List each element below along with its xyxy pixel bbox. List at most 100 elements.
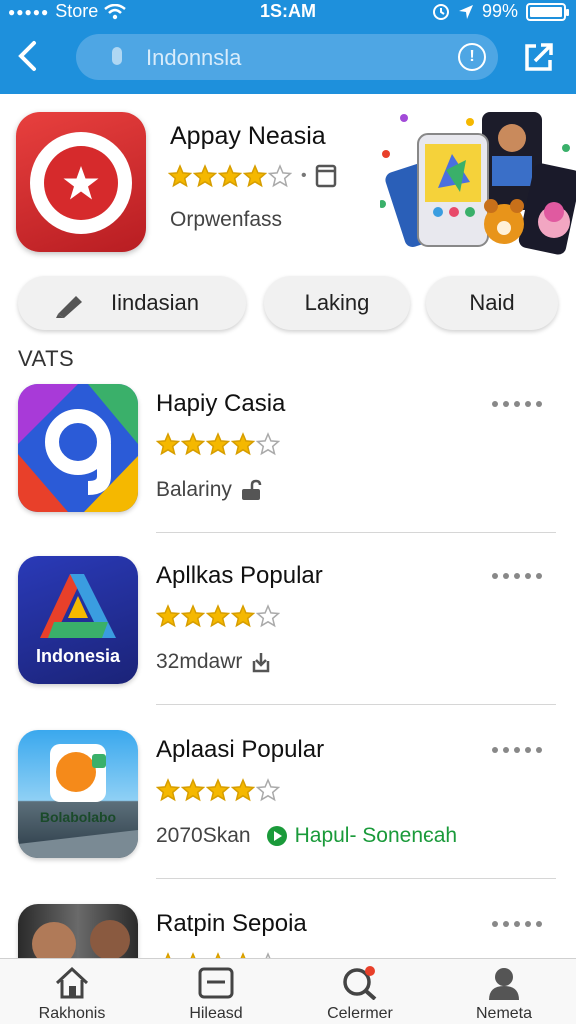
app-meta: 32mdawr [156,650,272,674]
app-meta-text: 32mdawr [156,650,243,673]
featured-promo-illustration [380,112,576,255]
app-icon[interactable]: Bolabolabo [18,730,138,858]
star-filled-icon [206,604,230,628]
more-options-button[interactable] [492,568,548,584]
sun-logo-icon: Bolabolabo [18,744,138,858]
star-filled-icon [206,432,230,456]
star-filled-icon [231,778,255,802]
tab-profile[interactable]: Nemeta [432,965,576,1024]
top-bar: ●●●●● Store 1S:AM 99% Indonnsla ! [0,0,576,94]
star-filled-icon [181,432,205,456]
home-icon [55,966,89,999]
chip-ranking[interactable]: Laking [264,276,410,330]
app-meta-text: Balarіny [156,478,232,501]
star-filled-icon [231,604,255,628]
play-icon [266,826,287,846]
featured-rating: • [168,164,337,188]
icon-ring [30,132,132,234]
tab-label: Hileasd [189,1005,243,1022]
status-right: 99% [432,1,569,22]
chip-label: Naid [469,290,515,315]
back-button[interactable] [12,38,44,74]
app-name[interactable]: Ratpin Sepoia [156,910,307,938]
more-options-button[interactable] [492,916,548,932]
star-filled-icon [206,778,230,802]
star-empty-icon [256,432,280,456]
star-empty-icon [268,164,292,188]
featured-app-icon[interactable] [16,112,146,252]
app-name[interactable]: Apllkas Popular [156,562,323,590]
bottom-tab-bar: Rakhonis Hileasd Celermer Nemeta [0,958,576,1024]
download-icon [253,653,270,673]
app-name[interactable]: Hapiy Casia [156,390,285,418]
divider [156,878,556,879]
divider [156,532,556,533]
status-badge[interactable]: Hapul- Sonenєah [266,824,458,848]
chip-label: Laking [304,290,370,315]
star-rating [168,164,293,188]
app-icon-text: Bolabolabo [40,809,116,825]
list-item[interactable]: Indonesia Apllkas Popular 32mdawr [0,556,576,726]
featured-app-title[interactable]: Appay Neasia [170,122,326,151]
nine-logo-icon [18,384,138,512]
badge-text: Hapul- Sonenєah [294,824,458,847]
featured-app-subtitle: Orpwenfass [170,208,283,231]
star-filled-icon [156,604,180,628]
location-icon [458,4,473,19]
section-title: VATS [18,346,75,371]
star-filled-icon [218,164,242,188]
star-filled-icon [156,778,180,802]
star-empty-icon [256,778,280,802]
search-bar[interactable]: Indonnsla ! [76,34,498,80]
star-filled-icon [168,164,192,188]
star-rating [156,778,281,802]
app-meta: Balarіny [156,478,262,502]
tablet-icon[interactable] [315,164,337,188]
more-options-button[interactable] [492,396,548,412]
star-filled-icon [243,164,267,188]
tab-label: Celermer [327,1005,393,1022]
tab-search[interactable]: Celermer [288,965,432,1024]
app-name[interactable]: Aplaasi Popular [156,736,324,764]
share-icon [525,43,553,71]
star-filled-icon [156,432,180,456]
star-rating [156,432,281,456]
app-icon[interactable]: Indonesia [18,556,138,684]
chevron-left-icon [18,41,36,71]
star-filled-icon [181,778,205,802]
star-logo-icon [63,166,99,200]
tab-home[interactable]: Rakhonis [0,965,144,1024]
separator-dot: • [301,167,307,184]
tab-label: Nemeta [475,1005,533,1022]
battery-icon [526,2,569,21]
info-icon[interactable]: ! [458,43,486,71]
star-filled-icon [193,164,217,188]
list-item[interactable]: Bolabolabo Aplaasi Popular 2070Skan Hapu… [0,730,576,900]
search-icon [343,966,377,1000]
a-logo-icon: Indonesia [36,574,121,666]
icon-inner [44,146,118,220]
chip-label: Iindasian [110,290,200,315]
chip-paid[interactable]: Naid [426,276,558,330]
divider [156,704,556,705]
inbox-icon [198,967,234,999]
tab-label: Rakhonis [38,1005,106,1022]
battery-percent: 99% [481,1,518,21]
star-rating [156,604,281,628]
tab-updates[interactable]: Hileasd [144,965,288,1024]
app-icon[interactable] [18,384,138,512]
chip-category[interactable]: Iindasian [18,276,246,330]
person-icon [489,968,519,1000]
app-meta-text: 2070Skan [156,824,251,847]
pencil-icon [56,296,82,318]
list-item[interactable]: Hapiy Casia Balarіny [0,384,576,554]
share-button[interactable] [522,40,556,74]
app-icon-text: Indonesia [36,646,121,666]
status-bar: ●●●●● Store 1S:AM 99% [0,0,576,24]
lock-icon [241,479,262,500]
star-filled-icon [181,604,205,628]
search-input[interactable]: Indonnsla [146,45,241,71]
alarm-icon [432,3,449,20]
more-options-button[interactable] [492,742,548,758]
mic-icon[interactable] [112,47,122,65]
